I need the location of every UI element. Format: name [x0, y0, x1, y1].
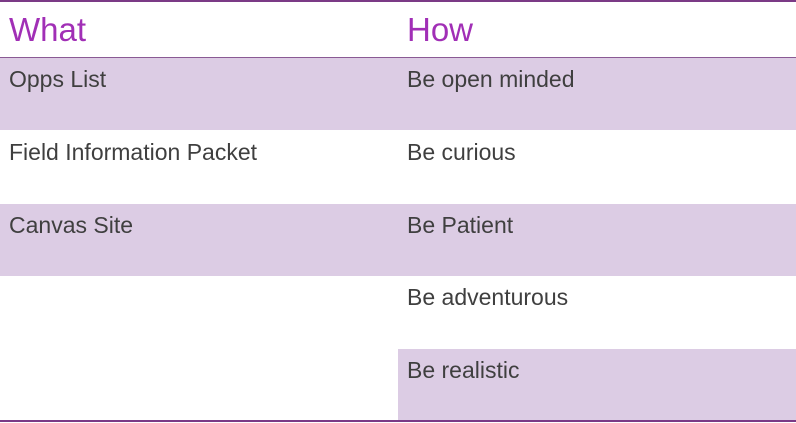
- header-what: What: [9, 11, 87, 48]
- what-cell: [0, 276, 398, 348]
- how-cell: Be curious: [407, 139, 516, 165]
- how-cell: Be Patient: [398, 204, 796, 276]
- table-row: Opps List Be open minded: [0, 58, 796, 130]
- how-cell: Be adventurous: [407, 284, 569, 310]
- how-cell: Be open minded: [398, 58, 796, 130]
- table-row: Field Information Packet Be curious: [0, 131, 796, 203]
- table-row: Be adventurous: [0, 276, 796, 348]
- what-cell: Field Information Packet: [9, 139, 258, 165]
- table-bottom-rule: [0, 420, 796, 422]
- table-row: Canvas Site Be Patient: [0, 204, 796, 276]
- what-cell: [0, 349, 398, 421]
- header-how: How: [407, 11, 474, 48]
- how-cell: Be realistic: [398, 349, 796, 421]
- what-how-table: What How Opps List Be open minded Field …: [0, 0, 796, 423]
- table-row: Be realistic: [0, 349, 796, 421]
- table-top-rule: [0, 0, 796, 2]
- what-cell: Canvas Site: [0, 204, 398, 276]
- what-cell: Opps List: [0, 58, 398, 130]
